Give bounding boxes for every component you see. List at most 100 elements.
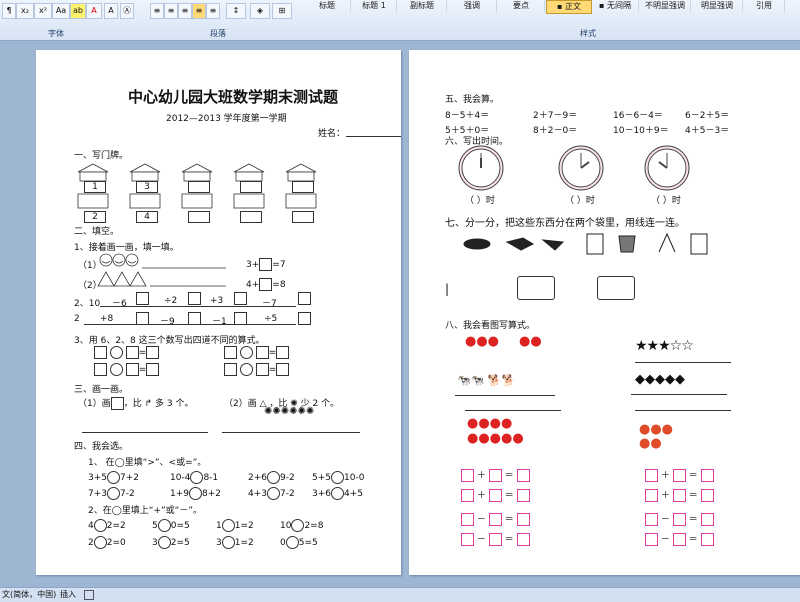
subscript-button[interactable]: x₂ <box>16 3 34 19</box>
house-number-box[interactable] <box>240 211 262 223</box>
style-normal[interactable]: ▪ 正文 <box>546 0 592 14</box>
clock-answer[interactable]: （ ）时 <box>465 193 495 206</box>
formula-row[interactable]: = <box>94 363 160 376</box>
calc-item: 10－10＋9＝ <box>613 126 669 136</box>
clock-answer[interactable]: （ ）时 <box>565 193 595 206</box>
compare-row: 7+3 7-2 <box>88 487 135 500</box>
house-number-box[interactable] <box>188 211 210 223</box>
styles-group-label: 样式 <box>580 29 596 38</box>
chain-op: ÷5 <box>264 314 278 324</box>
style-emphasis[interactable]: 强调 <box>448 0 497 12</box>
faces-pattern <box>99 253 226 269</box>
char-border-icon[interactable]: Ⓐ <box>120 3 134 19</box>
clear-format-button[interactable]: ¶ <box>2 3 16 19</box>
equation-row[interactable]: ＋ ＝ <box>461 468 530 482</box>
equation-row[interactable]: ＋ ＝ <box>645 468 714 482</box>
tomato-icon: ●●● <box>639 422 674 437</box>
equation-row[interactable]: ＋ ＝ <box>645 488 714 502</box>
tomato-icon: ●● <box>639 436 662 451</box>
chain-op: ÷2 <box>164 296 178 306</box>
house-number-box[interactable]: 3 <box>136 181 158 193</box>
chain-op: －9 <box>160 317 175 327</box>
calc-item: 8＋2－0＝ <box>533 126 578 136</box>
name-label: 姓名： <box>318 129 346 139</box>
style-intense-emphasis[interactable]: 明显强调 <box>692 0 743 12</box>
insert-mode-indicator[interactable]: 插入 <box>60 588 76 601</box>
align-right-icon[interactable]: ≡ <box>178 3 192 19</box>
style-subtitle[interactable]: 副标题 <box>398 0 447 12</box>
answer-box[interactable] <box>136 292 149 305</box>
compare-row: 3+5 7+2 <box>88 471 139 484</box>
shading-icon[interactable]: ◈ <box>250 3 270 19</box>
answer-box[interactable] <box>298 312 311 325</box>
style-no-spacing[interactable]: ▪ 无间隔 <box>592 0 639 12</box>
house-number-box[interactable] <box>292 211 314 223</box>
justify-icon[interactable]: ≡ <box>192 3 206 19</box>
bag-2[interactable] <box>597 276 635 300</box>
style-subtle-emphasis[interactable]: 不明显强调 <box>640 0 691 12</box>
answer-box[interactable] <box>188 292 201 305</box>
house-number-box[interactable] <box>188 181 210 193</box>
house-number-box[interactable]: 2 <box>84 211 106 223</box>
chain-op: －6 <box>112 299 127 309</box>
char-shading-button[interactable]: A <box>104 3 118 19</box>
font-color-button[interactable]: A <box>86 3 102 19</box>
question-4-2: 2、在◯里填上“+”或“－”。 <box>88 506 202 516</box>
language-indicator[interactable]: 文(简体，中国) <box>2 588 56 601</box>
ribbon: ¶ x₂ x² Aa ab A A Ⓐ ≡ ≡ ≡ ≡ ≡ ↕ ◈ ⊞ 字体 段… <box>0 0 800 41</box>
chain-op: －7 <box>262 299 277 309</box>
apple-icon: ●●●● <box>467 416 513 431</box>
status-bar: 文(简体，中国) 插入 <box>0 587 800 602</box>
style-strong[interactable]: 要点 <box>498 0 545 12</box>
formula-row[interactable]: = <box>224 346 290 359</box>
section-2-heading: 二、填空。 <box>74 227 120 237</box>
borders-icon[interactable]: ⊞ <box>272 3 292 19</box>
chain-start: 2 <box>74 314 80 324</box>
equation-row[interactable]: － ＝ <box>461 532 530 546</box>
change-case-button[interactable]: Aa <box>52 3 70 19</box>
compare-row: 2+6 9-2 <box>248 471 295 484</box>
items-to-sort-illustration <box>463 232 708 255</box>
style-quote[interactable]: 引用 <box>744 0 785 12</box>
align-left-icon[interactable]: ≡ <box>150 3 164 19</box>
answer-box[interactable] <box>234 292 247 305</box>
formula-row[interactable]: = <box>224 363 290 376</box>
house-number-box[interactable]: 4 <box>136 211 158 223</box>
document-page-2[interactable]: 五、我会算。 8－5＋4＝ 2＋7－9＝ 16－6－4＝ 6－2＋5＝ 5＋5＋… <box>409 50 800 575</box>
chain-op: +8 <box>100 314 114 324</box>
equation-row[interactable]: ＋ ＝ <box>461 488 530 502</box>
line-spacing-icon[interactable]: ↕ <box>226 3 246 19</box>
styles-gallery: 标题 标题 1 副标题 强调 要点 ▪ 正文 ▪ 无间隔 不明显强调 明显强调 … <box>304 0 800 14</box>
equation-row[interactable]: － ＝ <box>461 512 530 526</box>
triangles-pattern <box>97 271 226 287</box>
superscript-button[interactable]: x² <box>34 3 52 19</box>
paragraph-group-label: 段落 <box>210 29 226 38</box>
diamond-icon: ◆◆◆◆◆ <box>635 372 685 387</box>
calc-item: 2＋7－9＝ <box>533 111 578 121</box>
answer-box[interactable] <box>298 292 311 305</box>
calc-item: 8－5＋4＝ <box>445 111 490 121</box>
section-1-heading: 一、写门牌。 <box>74 151 129 161</box>
chain-start: 2、10 <box>74 299 101 309</box>
macro-icon[interactable] <box>84 590 94 600</box>
calc-item: 6－2＋5＝ <box>685 111 730 121</box>
document-page-1[interactable]: 中心幼儿园大班数学期末测试题 2012—2013 学年度第一学期 姓名： 一、写… <box>36 50 401 575</box>
align-center-icon[interactable]: ≡ <box>164 3 178 19</box>
house-number-box[interactable] <box>240 181 262 193</box>
style-heading1[interactable]: 标题 1 <box>352 0 397 12</box>
equation-row[interactable]: － ＝ <box>645 532 714 546</box>
operator-row: 3 1=2 <box>216 536 254 549</box>
equation-row[interactable]: － ＝ <box>645 512 714 526</box>
distribute-icon[interactable]: ≡ <box>206 3 220 19</box>
formula-row[interactable]: = <box>94 346 160 359</box>
operator-row: 10 2=8 <box>280 519 324 532</box>
house-number-box[interactable] <box>292 181 314 193</box>
clock-answer[interactable]: （ ）时 <box>651 193 681 206</box>
style-title[interactable]: 标题 <box>304 0 351 12</box>
bag-1[interactable] <box>517 276 555 300</box>
star-icon: ★★★☆☆ <box>635 338 694 354</box>
school-year: 2012—2013 学年度第一学期 <box>166 114 287 124</box>
house-number-box[interactable]: 1 <box>84 181 106 193</box>
highlight-icon[interactable]: ab <box>70 3 86 19</box>
equation-1: 3+ =7 <box>246 258 286 271</box>
